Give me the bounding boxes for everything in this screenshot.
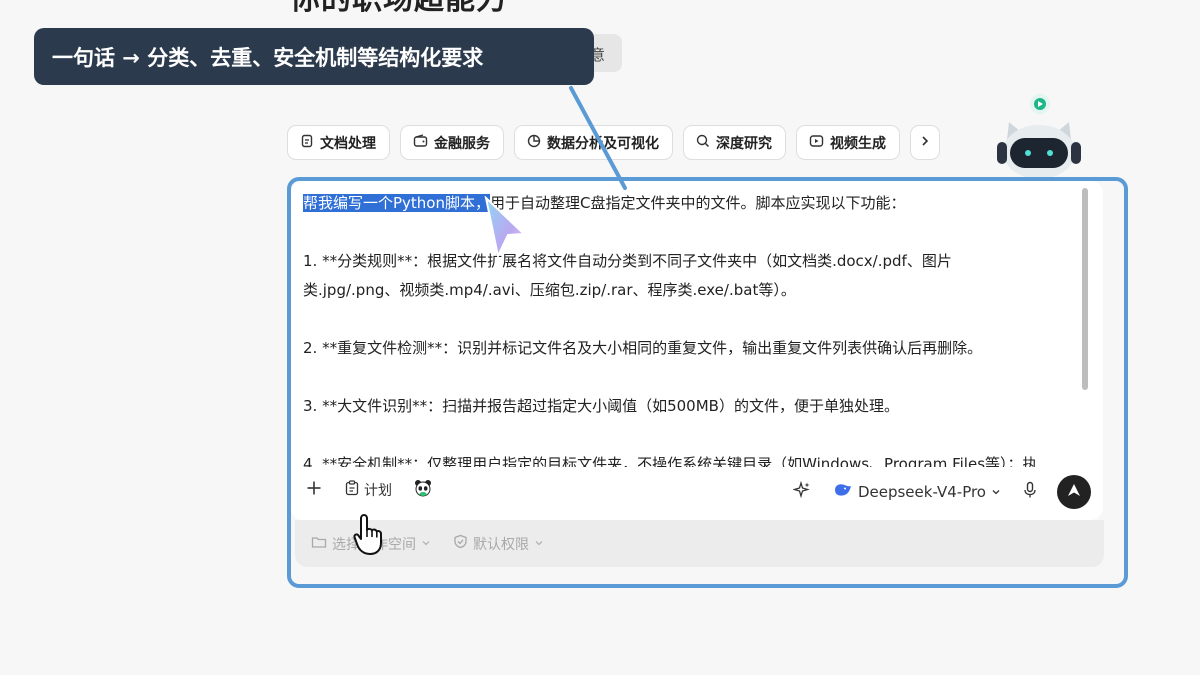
callout-banner: 一句话 → 分类、去重、安全机制等结构化要求 bbox=[34, 28, 594, 85]
mouse-cursor-icon bbox=[484, 195, 528, 262]
hand-pointer-icon bbox=[352, 512, 386, 560]
callout-pointer-line bbox=[569, 86, 627, 190]
